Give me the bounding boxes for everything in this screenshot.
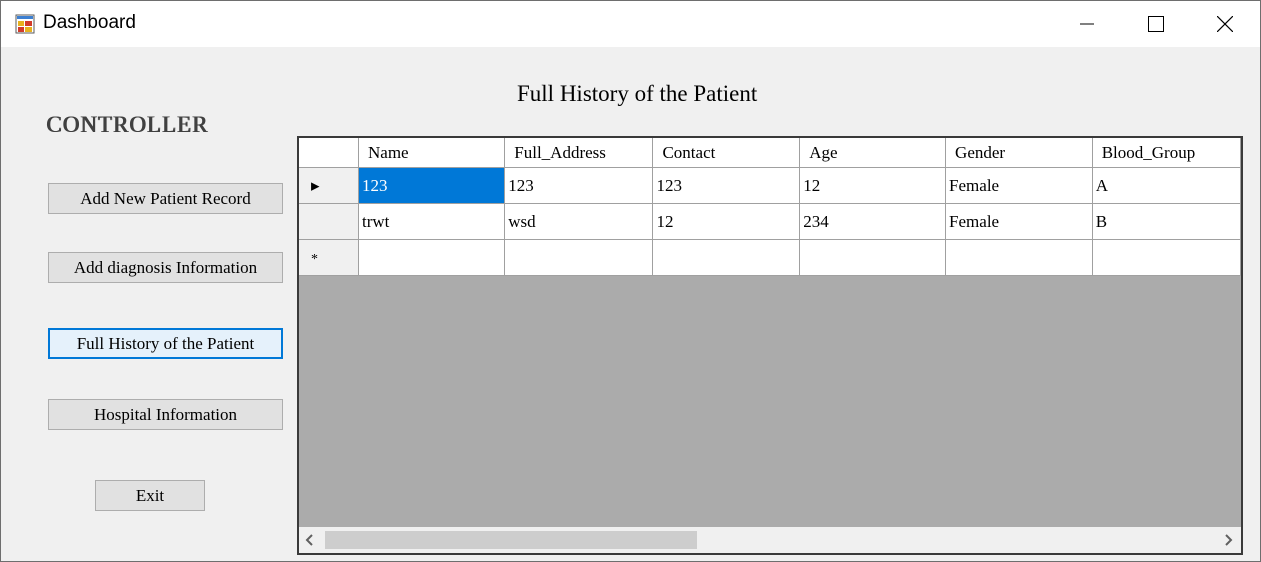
close-button[interactable] [1190, 1, 1260, 47]
table-cell-name[interactable]: trwt [358, 203, 506, 240]
table-row[interactable]: ▸ 123 123 123 12 Female A [299, 167, 1241, 204]
scroll-left-icon[interactable] [305, 534, 315, 546]
exit-button[interactable]: Exit [95, 480, 205, 511]
column-header-blood-group[interactable]: Blood_Group [1092, 138, 1241, 168]
column-header-row: Name Full_Address Contact Age Gender Blo… [299, 138, 1241, 168]
table-cell-contact[interactable]: 12 [652, 203, 801, 240]
table-cell-blood-group[interactable]: B [1092, 203, 1241, 240]
window-title: Dashboard [43, 12, 136, 33]
add-new-patient-record-button[interactable]: Add New Patient Record [48, 183, 283, 214]
table-row[interactable]: trwt wsd 12 234 Female B [299, 203, 1241, 240]
column-header-age[interactable]: Age [799, 138, 947, 168]
table-cell-empty[interactable] [799, 239, 947, 276]
maximize-icon [1148, 16, 1164, 32]
current-row-arrow-icon: ▸ [311, 175, 320, 195]
table-cell-empty[interactable] [358, 239, 506, 276]
add-diagnosis-information-button[interactable]: Add diagnosis Information [48, 252, 283, 283]
patient-history-grid[interactable]: Name Full_Address Contact Age Gender Blo… [297, 136, 1243, 555]
new-row-star-icon: * [311, 251, 318, 267]
dashboard-window: Dashboard CONTROLLER Full History of the… [0, 0, 1261, 562]
top-left-header-cell[interactable] [299, 138, 359, 168]
minimize-icon [1080, 23, 1094, 25]
hospital-information-button[interactable]: Hospital Information [48, 399, 283, 430]
table-cell-contact[interactable]: 123 [652, 167, 801, 204]
table-cell-gender[interactable]: Female [945, 167, 1093, 204]
row-header[interactable] [299, 203, 359, 240]
column-header-name[interactable]: Name [358, 138, 506, 168]
close-icon [1217, 16, 1233, 32]
controller-title: CONTROLLER [46, 112, 209, 137]
scrollbar-thumb[interactable] [325, 531, 697, 549]
maximize-button[interactable] [1121, 1, 1191, 47]
new-row[interactable]: * [299, 239, 1241, 276]
table-cell-gender[interactable]: Female [945, 203, 1093, 240]
grid-table: Name Full_Address Contact Age Gender Blo… [299, 138, 1241, 276]
column-header-contact[interactable]: Contact [652, 138, 801, 168]
scroll-right-icon[interactable] [1223, 534, 1233, 546]
table-cell-empty[interactable] [652, 239, 801, 276]
horizontal-scrollbar[interactable] [299, 527, 1241, 553]
column-header-full-address[interactable]: Full_Address [504, 138, 654, 168]
table-cell-blood-group[interactable]: A [1092, 167, 1241, 204]
table-cell-name[interactable]: 123 [358, 167, 506, 204]
row-header[interactable]: ▸ [299, 167, 359, 204]
full-history-button[interactable]: Full History of the Patient [48, 328, 283, 359]
table-cell-age[interactable]: 234 [799, 203, 947, 240]
minimize-button[interactable] [1052, 1, 1122, 47]
table-cell-full-address[interactable]: 123 [504, 167, 654, 204]
column-header-gender[interactable]: Gender [945, 138, 1093, 168]
table-cell-empty[interactable] [1092, 239, 1241, 276]
table-cell-age[interactable]: 12 [799, 167, 947, 204]
page-heading: Full History of the Patient [517, 81, 758, 106]
windows-form-icon [15, 14, 35, 34]
title-bar[interactable]: Dashboard [1, 1, 1260, 47]
table-cell-full-address[interactable]: wsd [504, 203, 654, 240]
row-header[interactable]: * [299, 239, 359, 276]
table-cell-empty[interactable] [504, 239, 654, 276]
table-cell-empty[interactable] [945, 239, 1093, 276]
